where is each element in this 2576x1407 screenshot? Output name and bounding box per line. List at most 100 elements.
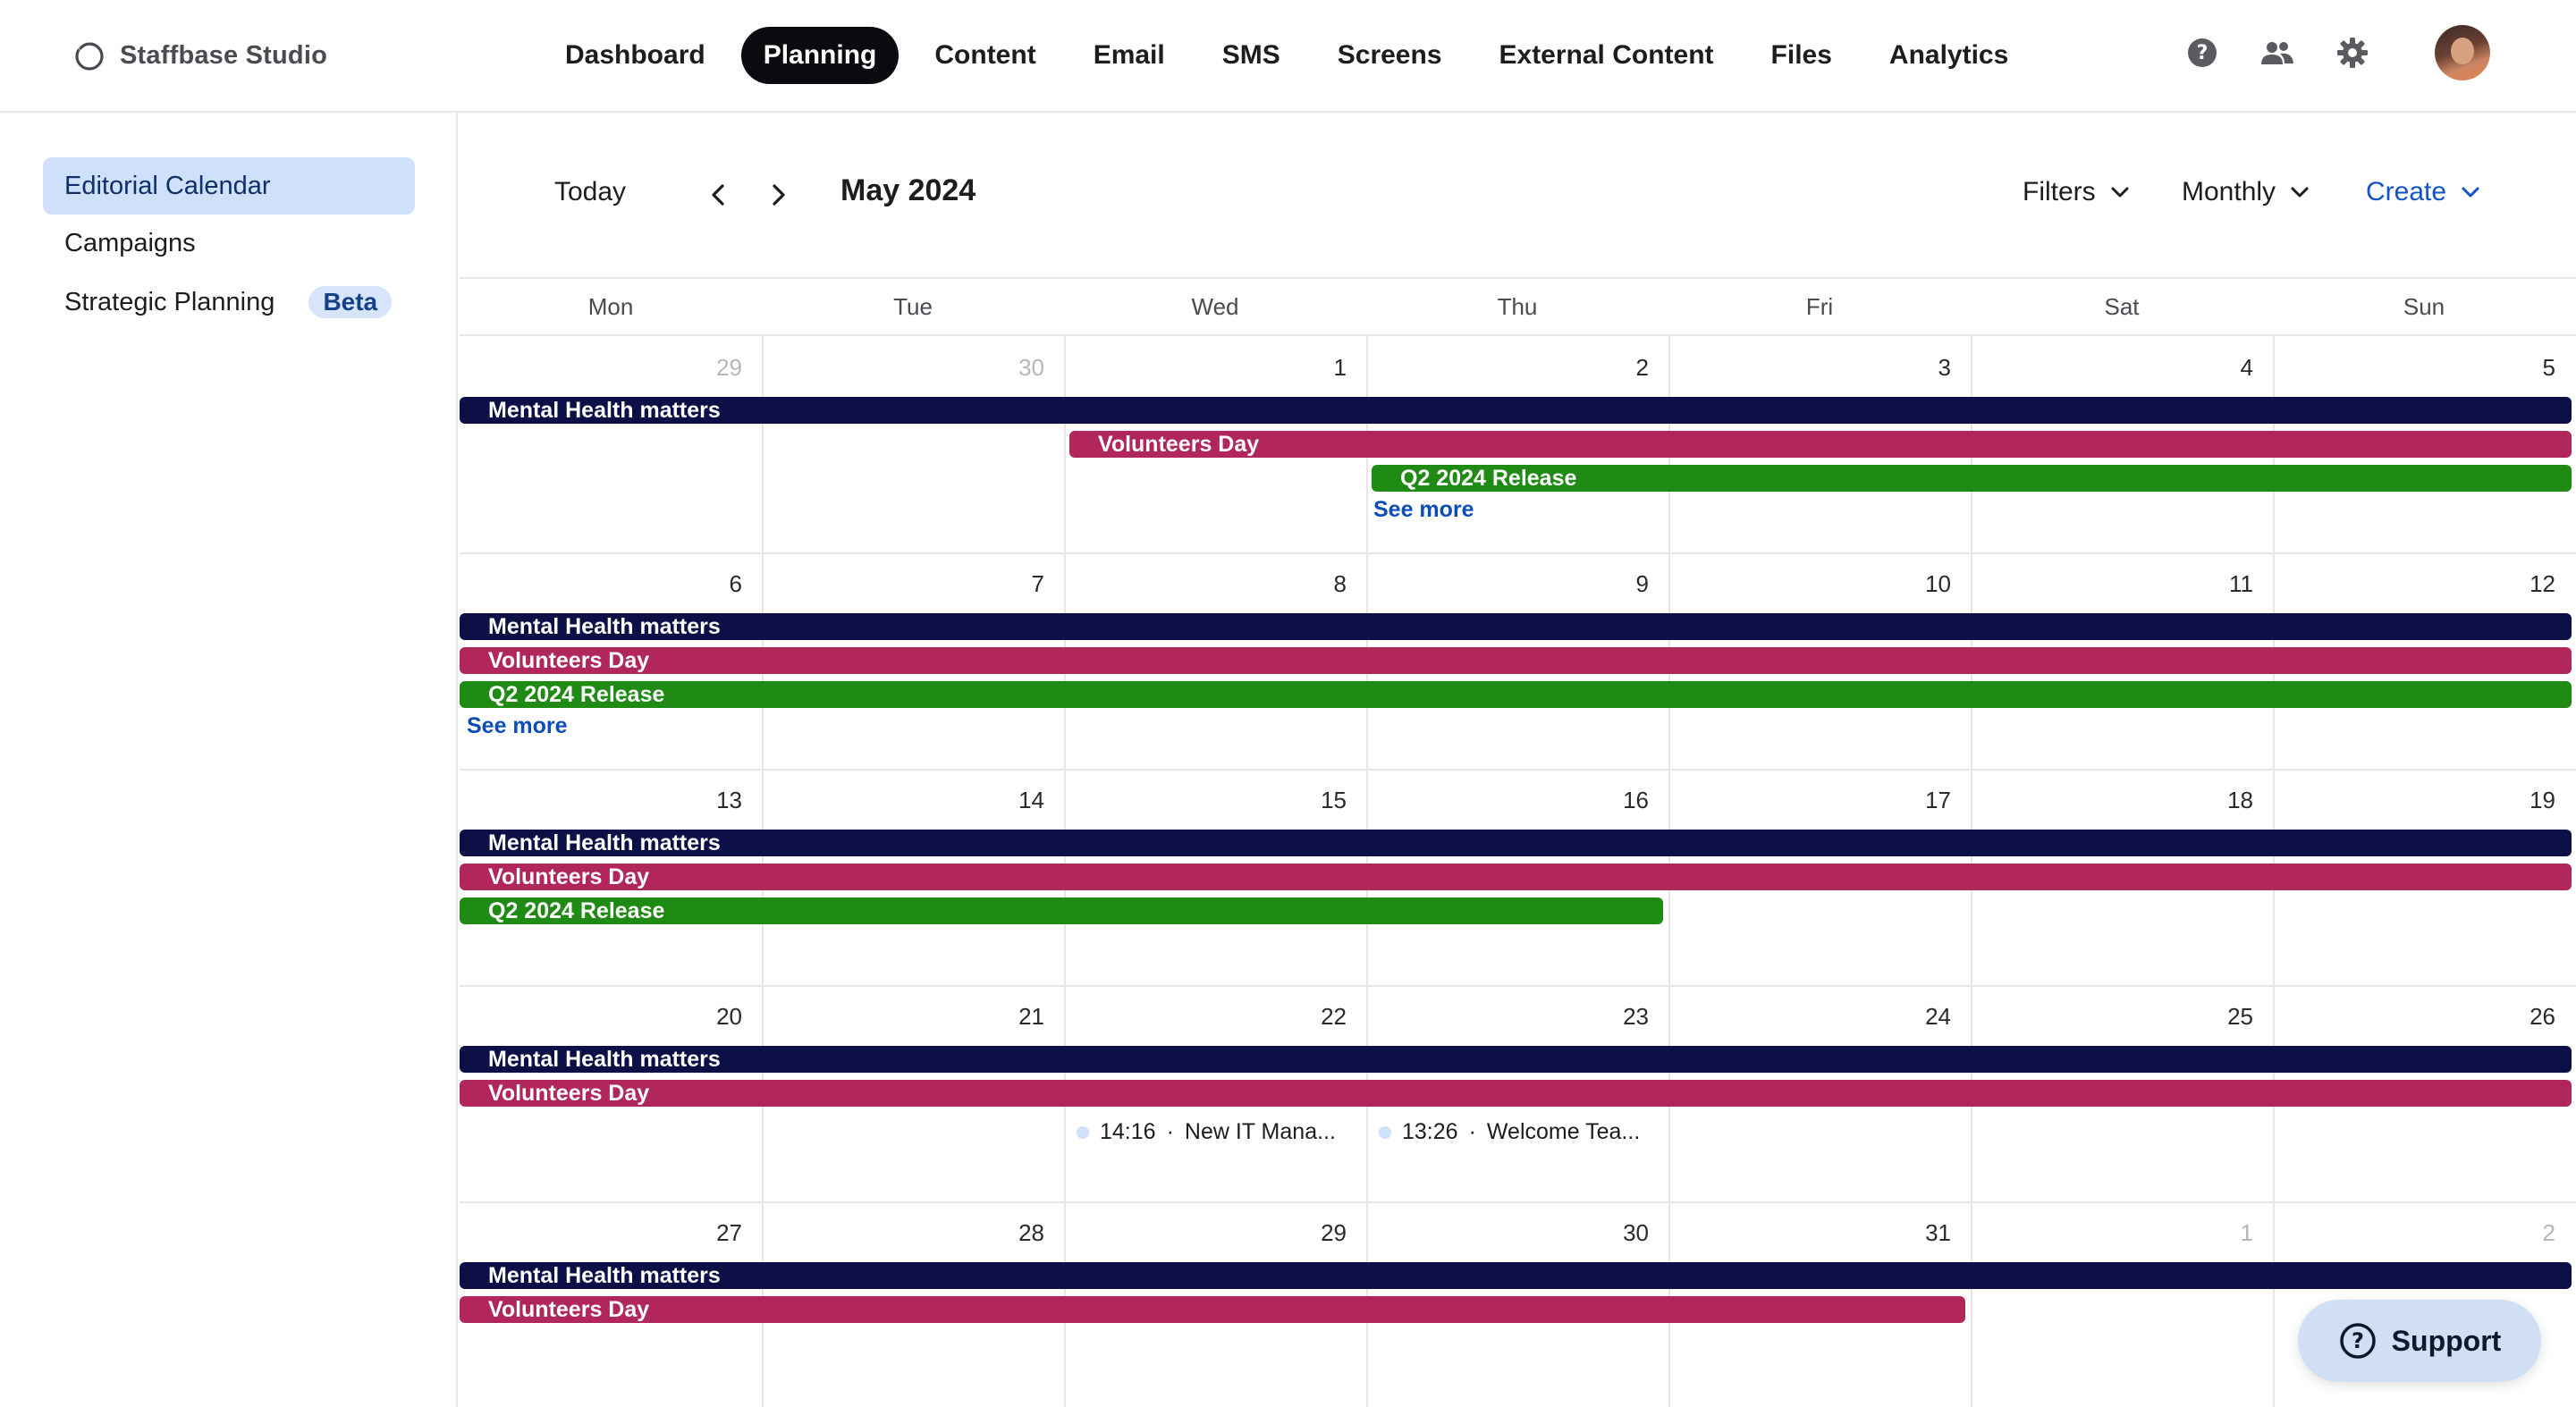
help-icon[interactable]: ?: [2184, 35, 2220, 71]
nav-email[interactable]: Email: [1065, 27, 1194, 84]
gear-icon[interactable]: [2335, 35, 2370, 71]
top-navigation-bar: Staffbase Studio Dashboard Planning Cont…: [0, 0, 2576, 113]
day-number[interactable]: 2: [2502, 1219, 2555, 1247]
day-number[interactable]: 28: [991, 1219, 1044, 1247]
day-number[interactable]: 10: [1897, 570, 1951, 598]
see-more-link[interactable]: See more: [1373, 497, 1474, 523]
nav-screens[interactable]: Screens: [1309, 27, 1471, 84]
day-number[interactable]: 9: [1595, 570, 1649, 598]
day-number[interactable]: 15: [1293, 787, 1347, 814]
chevron-down-icon: [2111, 187, 2129, 198]
main-nav: Dashboard Planning Content Email SMS Scr…: [536, 27, 2037, 84]
day-number[interactable]: 13: [688, 787, 742, 814]
calendar-event[interactable]: 14:16 · New IT Mana...: [1077, 1119, 1336, 1145]
filters-label: Filters: [2023, 177, 2096, 206]
support-button[interactable]: ? Support: [2298, 1300, 2541, 1382]
day-number[interactable]: 11: [2200, 570, 2253, 598]
day-number[interactable]: 1: [2200, 1219, 2253, 1247]
day-number[interactable]: 30: [991, 354, 1044, 382]
chevron-down-icon: [2291, 187, 2309, 198]
campaign-bar-volunteers-day[interactable]: Volunteers Day: [460, 864, 2572, 890]
day-number[interactable]: 20: [688, 1003, 742, 1031]
weekday-label: Thu: [1497, 293, 1538, 320]
day-number[interactable]: 29: [688, 354, 742, 382]
sidebar-item-campaigns[interactable]: Campaigns: [43, 215, 415, 272]
event-separator: ·: [1166, 1119, 1174, 1144]
chevron-down-icon: [2462, 187, 2479, 198]
day-number[interactable]: 31: [1897, 1219, 1951, 1247]
event-time: 14:16: [1100, 1119, 1156, 1144]
day-number[interactable]: 6: [688, 570, 742, 598]
nav-planning[interactable]: Planning: [740, 27, 899, 84]
campaign-bar-mental-health[interactable]: Mental Health matters: [460, 1046, 2572, 1073]
calendar-grid: 29 30 1 2 3 4 5 Mental Health matters Vo…: [460, 336, 2576, 1407]
day-number[interactable]: 4: [2200, 354, 2253, 382]
nav-files[interactable]: Files: [1743, 27, 1861, 84]
day-number[interactable]: 1: [1293, 354, 1347, 382]
sidebar-item-strategic-planning[interactable]: Strategic Planning Beta: [43, 274, 415, 331]
create-dropdown[interactable]: Create: [2366, 177, 2482, 207]
help-circle-icon: ?: [2339, 1323, 2376, 1359]
campaign-bar-volunteers-day[interactable]: Volunteers Day: [1069, 431, 2572, 458]
weekday-label: Fri: [1805, 293, 1834, 320]
day-number[interactable]: 5: [2502, 354, 2555, 382]
day-number[interactable]: 17: [1897, 787, 1951, 814]
day-number[interactable]: 23: [1595, 1003, 1649, 1031]
campaign-bar-q2-release[interactable]: Q2 2024 Release: [460, 681, 2572, 708]
weekday-label: Tue: [893, 293, 933, 320]
filters-dropdown[interactable]: Filters: [2023, 177, 2132, 207]
day-number[interactable]: 25: [2200, 1003, 2253, 1031]
campaign-bar-volunteers-day[interactable]: Volunteers Day: [460, 647, 2572, 674]
see-more-link[interactable]: See more: [467, 713, 568, 739]
calendar-event[interactable]: 13:26 · Welcome Tea...: [1379, 1119, 1640, 1145]
day-number[interactable]: 2: [1595, 354, 1649, 382]
nav-dashboard[interactable]: Dashboard: [536, 27, 734, 84]
campaign-bar-mental-health[interactable]: Mental Health matters: [460, 397, 2572, 424]
day-number[interactable]: 26: [2502, 1003, 2555, 1031]
day-number[interactable]: 16: [1595, 787, 1649, 814]
chevron-right-icon[interactable]: [762, 179, 794, 211]
day-number[interactable]: 19: [2502, 787, 2555, 814]
campaign-bar-q2-release[interactable]: Q2 2024 Release: [1372, 465, 2572, 492]
calendar-toolbar: Today May 2024 Filters Monthly Create: [460, 113, 2576, 279]
campaign-bar-mental-health[interactable]: Mental Health matters: [460, 830, 2572, 856]
day-number[interactable]: 30: [1595, 1219, 1649, 1247]
people-icon[interactable]: [2259, 35, 2295, 71]
day-number[interactable]: 8: [1293, 570, 1347, 598]
event-separator: ·: [1468, 1119, 1476, 1144]
day-number[interactable]: 18: [2200, 787, 2253, 814]
view-label: Monthly: [2182, 177, 2276, 206]
nav-external-content[interactable]: External Content: [1471, 27, 1743, 84]
chevron-left-icon[interactable]: [703, 179, 735, 211]
app-logo[interactable]: Staffbase Studio: [72, 36, 327, 75]
grid-divider: [460, 552, 2576, 554]
today-button[interactable]: Today: [554, 177, 626, 207]
day-number[interactable]: 29: [1293, 1219, 1347, 1247]
nav-content[interactable]: Content: [906, 27, 1064, 84]
weekday-label: Sun: [2403, 293, 2445, 320]
event-dot-icon: [1379, 1125, 1391, 1139]
campaign-bar-volunteers-day[interactable]: Volunteers Day: [460, 1296, 1965, 1323]
day-number[interactable]: 3: [1897, 354, 1951, 382]
nav-sms[interactable]: SMS: [1194, 27, 1309, 84]
campaign-bar-volunteers-day[interactable]: Volunteers Day: [460, 1080, 2572, 1107]
view-dropdown[interactable]: Monthly: [2182, 177, 2311, 207]
avatar[interactable]: [2435, 25, 2490, 80]
day-number[interactable]: 7: [991, 570, 1044, 598]
beta-badge: Beta: [308, 286, 393, 318]
campaign-bar-mental-health[interactable]: Mental Health matters: [460, 1262, 2572, 1289]
day-number[interactable]: 22: [1293, 1003, 1347, 1031]
month-title: May 2024: [840, 173, 976, 207]
sidebar-item-editorial-calendar[interactable]: Editorial Calendar: [43, 157, 415, 215]
weekday-label: Sat: [2104, 293, 2140, 320]
nav-analytics[interactable]: Analytics: [1861, 27, 2037, 84]
day-number[interactable]: 12: [2502, 570, 2555, 598]
campaign-bar-q2-release[interactable]: Q2 2024 Release: [460, 897, 1663, 924]
day-number[interactable]: 27: [688, 1219, 742, 1247]
day-number[interactable]: 24: [1897, 1003, 1951, 1031]
campaign-bar-mental-health[interactable]: Mental Health matters: [460, 613, 2572, 640]
day-number[interactable]: 21: [991, 1003, 1044, 1031]
day-number[interactable]: 14: [991, 787, 1044, 814]
sidebar: Editorial Calendar Campaigns Strategic P…: [0, 113, 458, 1407]
calendar-main: Today May 2024 Filters Monthly Create Mo…: [460, 113, 2576, 1407]
